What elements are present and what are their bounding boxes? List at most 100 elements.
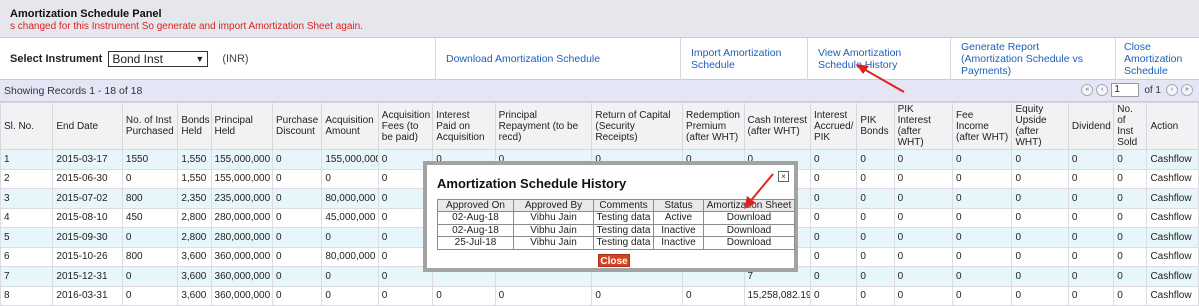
download-sheet-link[interactable]: Download xyxy=(703,223,795,237)
import-schedule-cell: Import Amortization Schedule xyxy=(680,38,807,80)
history-column-header: Amortization Sheet xyxy=(703,199,795,212)
cashflow-link[interactable]: Cashflow xyxy=(1146,168,1199,189)
warning-message: s changed for this Instrument So generat… xyxy=(10,21,363,32)
table-cell: 0 xyxy=(1011,207,1069,228)
table-cell: 800 xyxy=(121,246,179,267)
history-row: 25-Jul-18 Vibhu Jain Testing data Inactive D… xyxy=(437,236,795,250)
instrument-select[interactable]: Bond Inst ▼ xyxy=(108,51,209,67)
history-cell: Testing data xyxy=(593,211,654,225)
table-cell: 0 xyxy=(1113,207,1148,228)
table-cell: 0 xyxy=(321,266,379,287)
records-bar: Showing Records 1 - 18 of 18 « ‹ 1 of 1 … xyxy=(0,80,1199,102)
table-cell: 2015-09-30 xyxy=(52,227,123,248)
column-header: Principal Held xyxy=(210,102,274,150)
table-cell: 0 xyxy=(271,246,323,267)
table-cell: 0 xyxy=(321,227,379,248)
page-input[interactable]: 1 xyxy=(1111,83,1140,97)
table-cell: 1 xyxy=(0,149,54,170)
table-cell: 0 xyxy=(809,266,858,287)
table-cell: 2,800 xyxy=(177,207,212,228)
close-schedule-cell: Close Amortization Schedule xyxy=(1115,38,1199,80)
view-history-link[interactable]: View Amortization Schedule History xyxy=(818,47,938,71)
column-header: Equity Upside (after WHT) xyxy=(1011,102,1069,150)
table-cell: 0 xyxy=(809,149,858,170)
table-cell: 0 xyxy=(952,266,1013,287)
history-cell: Testing data xyxy=(593,223,654,237)
table-cell: 0 xyxy=(856,188,895,209)
table-cell: 0 xyxy=(271,168,323,189)
table-cell: 0 xyxy=(893,266,954,287)
cashflow-link[interactable]: Cashflow xyxy=(1146,207,1199,228)
pager: « ‹ 1 of 1 › » xyxy=(1081,83,1193,97)
import-schedule-link[interactable]: Import Amortization Schedule xyxy=(691,47,807,71)
table-cell: 450 xyxy=(121,207,179,228)
column-header: Bonds Held xyxy=(177,102,212,150)
download-sheet-link[interactable]: Download xyxy=(703,211,795,225)
close-icon[interactable]: × xyxy=(778,171,789,182)
history-cell: 02-Aug-18 xyxy=(437,211,514,225)
table-cell: 0 xyxy=(893,149,954,170)
table-cell: 0 xyxy=(952,188,1013,209)
generate-report-link[interactable]: Generate Report (Amortization Schedule v… xyxy=(961,41,1101,77)
close-schedule-link[interactable]: Close Amortization Schedule xyxy=(1124,41,1184,77)
currency-label: (INR) xyxy=(222,53,249,65)
column-header: Cash Interest (after WHT) xyxy=(743,102,811,150)
table-cell: 360,000,000 xyxy=(210,266,274,287)
download-schedule-link[interactable]: Download Amortization Schedule xyxy=(446,53,600,65)
table-cell: 0 xyxy=(271,227,323,248)
table-cell: 0 xyxy=(1067,207,1115,228)
view-history-cell: View Amortization Schedule History xyxy=(807,38,950,80)
table-cell: 0 xyxy=(121,266,179,287)
table-cell: 0 xyxy=(1011,246,1069,267)
table-cell: 1550 xyxy=(121,149,179,170)
table-cell: 80,000,000 xyxy=(321,188,379,209)
history-cell: Active xyxy=(653,211,704,225)
table-cell: 2015-10-26 xyxy=(52,246,123,267)
history-cell: Vibhu Jain xyxy=(513,211,594,225)
prev-page-icon[interactable]: ‹ xyxy=(1096,84,1109,96)
table-cell: 0 xyxy=(809,246,858,267)
first-page-icon[interactable]: « xyxy=(1081,84,1094,96)
table-cell: 0 xyxy=(809,207,858,228)
table-cell: 1,550 xyxy=(177,168,212,189)
table-cell: 0 xyxy=(271,266,323,287)
column-header: PIK Bonds xyxy=(856,102,895,150)
table-cell: 0 xyxy=(1113,266,1148,287)
cashflow-link[interactable]: Cashflow xyxy=(1146,188,1199,209)
close-button[interactable]: Close xyxy=(598,254,630,267)
next-page-icon[interactable]: › xyxy=(1166,84,1178,96)
table-cell: 45,000,000 xyxy=(321,207,379,228)
table-cell: 0 xyxy=(893,168,954,189)
table-cell: 2015-12-31 xyxy=(52,266,123,287)
history-cell: Inactive xyxy=(653,223,704,237)
table-cell: 0 xyxy=(1113,168,1148,189)
cashflow-link[interactable]: Cashflow xyxy=(1146,149,1199,170)
cashflow-link[interactable]: Cashflow xyxy=(1146,266,1199,287)
table-cell: 2015-03-17 xyxy=(52,149,123,170)
column-header: Purchase Discount xyxy=(271,102,323,150)
last-page-icon[interactable]: » xyxy=(1181,84,1193,96)
table-cell: 1,550 xyxy=(177,149,212,170)
download-sheet-link[interactable]: Download xyxy=(703,236,795,250)
table-cell: 2 xyxy=(0,168,54,189)
table-cell: 155,000,000 xyxy=(210,149,274,170)
history-table: Approved On Approved By Comments Status … xyxy=(437,199,795,250)
table-cell: 0 xyxy=(952,227,1013,248)
history-cell: Vibhu Jain xyxy=(513,223,594,237)
cashflow-link[interactable]: Cashflow xyxy=(1146,227,1199,248)
records-count: Showing Records 1 - 18 of 18 xyxy=(4,85,143,97)
modal-title: Amortization Schedule History xyxy=(437,176,627,191)
table-cell: 0 xyxy=(1011,168,1069,189)
table-cell: 0 xyxy=(893,227,954,248)
table-cell: 0 xyxy=(952,246,1013,267)
table-cell: 0 xyxy=(121,227,179,248)
table-cell: 2,350 xyxy=(177,188,212,209)
cashflow-link[interactable]: Cashflow xyxy=(1146,246,1199,267)
table-cell: 0 xyxy=(321,168,379,189)
history-row: 02-Aug-18 Vibhu Jain Testing data Active Dow… xyxy=(437,211,795,225)
table-header-row: Sl. No. End Date No. of Inst Purchased B… xyxy=(0,102,1199,150)
history-column-header: Comments xyxy=(593,199,654,212)
column-header: Acquisition Amount xyxy=(321,102,379,150)
panel-title: Amortization Schedule Panel xyxy=(10,8,162,20)
table-cell: 0 xyxy=(952,149,1013,170)
